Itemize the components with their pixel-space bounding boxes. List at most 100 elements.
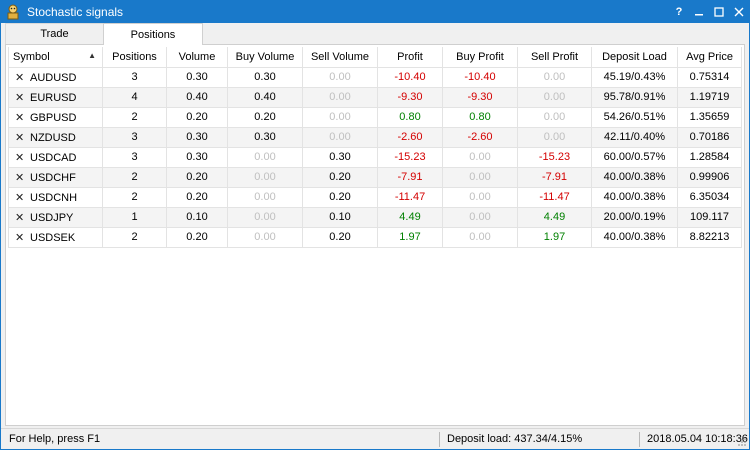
cell-sell-volume: 0.20 xyxy=(302,166,378,188)
cell-profit: -7.91 xyxy=(377,166,443,188)
cell-buy-profit: -9.30 xyxy=(442,86,518,108)
cell-volume: 0.20 xyxy=(166,226,228,248)
table-row[interactable]: ✕ USDCHF 2 0.20 0.00 0.20 -7.91 0.00 -7.91 40.00/… xyxy=(8,166,742,188)
minimize-button[interactable] xyxy=(689,1,709,23)
status-help-text: For Help, press F1 xyxy=(9,433,101,445)
column-header-deposit-load[interactable]: Deposit Load xyxy=(591,47,678,68)
status-datetime: 2018.05.04 10:18:36 xyxy=(647,433,748,445)
cell-volume: 0.30 xyxy=(166,126,228,148)
cell-symbol: ✕ USDJPY xyxy=(8,206,103,228)
cell-sell-profit: 4.49 xyxy=(517,206,592,228)
cell-buy-volume: 0.30 xyxy=(227,126,303,148)
cell-buy-volume: 0.20 xyxy=(227,106,303,128)
column-header-profit[interactable]: Profit xyxy=(377,47,443,68)
cell-volume: 0.30 xyxy=(166,146,228,168)
window-title: Stochastic signals xyxy=(27,5,124,19)
tab-trade[interactable]: Trade xyxy=(5,23,104,44)
cell-buy-profit: -2.60 xyxy=(442,126,518,148)
cell-sell-volume: 0.00 xyxy=(302,126,378,148)
column-header-sell-volume[interactable]: Sell Volume xyxy=(302,47,378,68)
title-buttons: ? xyxy=(669,1,749,23)
column-header-avg-price[interactable]: Avg Price xyxy=(677,47,742,68)
tab-positions[interactable]: Positions xyxy=(103,23,203,45)
cell-buy-volume: 0.00 xyxy=(227,206,303,228)
table-row[interactable]: ✕ AUDUSD 3 0.30 0.30 0.00 -10.40 -10.40 0.00 45.1… xyxy=(8,66,742,88)
cell-volume: 0.20 xyxy=(166,106,228,128)
cell-sell-volume: 0.20 xyxy=(302,226,378,248)
close-position-icon[interactable]: ✕ xyxy=(15,171,24,184)
close-position-icon[interactable]: ✕ xyxy=(15,91,24,104)
close-icon xyxy=(734,7,744,17)
table-row[interactable]: ✕ USDCAD 3 0.30 0.00 0.30 -15.23 0.00 -15.23 60.0… xyxy=(8,146,742,168)
cell-buy-profit: 0.00 xyxy=(442,146,518,168)
cell-sell-volume: 0.00 xyxy=(302,106,378,128)
cell-symbol: ✕ USDCNH xyxy=(8,186,103,208)
status-separator xyxy=(639,432,640,447)
close-position-icon[interactable]: ✕ xyxy=(15,71,24,84)
cell-avg-price: 0.75314 xyxy=(677,66,742,88)
close-position-icon[interactable]: ✕ xyxy=(15,211,24,224)
cell-volume: 0.10 xyxy=(166,206,228,228)
cell-buy-profit: 0.00 xyxy=(442,166,518,188)
table-row[interactable]: ✕ EURUSD 4 0.40 0.40 0.00 -9.30 -9.30 0.00 95.78/… xyxy=(8,86,742,108)
maximize-button[interactable] xyxy=(709,1,729,23)
cell-avg-price: 1.35659 xyxy=(677,106,742,128)
cell-sell-profit: -15.23 xyxy=(517,146,592,168)
cell-sell-profit: -7.91 xyxy=(517,166,592,188)
column-header-sell-profit[interactable]: Sell Profit xyxy=(517,47,592,68)
cell-buy-profit: 0.80 xyxy=(442,106,518,128)
cell-deposit-load: 20.00/0.19% xyxy=(591,206,678,228)
resize-grip-icon[interactable] xyxy=(737,437,747,447)
title-bar[interactable]: Stochastic signals ? xyxy=(1,1,749,23)
cell-buy-profit: -10.40 xyxy=(442,66,518,88)
cell-profit: -9.30 xyxy=(377,86,443,108)
column-header-volume[interactable]: Volume xyxy=(166,47,228,68)
cell-volume: 0.40 xyxy=(166,86,228,108)
cell-symbol: ✕ USDCAD xyxy=(8,146,103,168)
cell-buy-profit: 0.00 xyxy=(442,226,518,248)
cell-deposit-load: 42.11/0.40% xyxy=(591,126,678,148)
close-position-icon[interactable]: ✕ xyxy=(15,151,24,164)
table-row[interactable]: ✕ USDSEK 2 0.20 0.00 0.20 1.97 0.00 1.97 40.00/0.… xyxy=(8,226,742,248)
positions-table: Symbol ▲ Positions Volume Buy Volume Sell… xyxy=(8,47,742,248)
close-button[interactable] xyxy=(729,1,749,23)
close-position-icon[interactable]: ✕ xyxy=(15,111,24,124)
cell-symbol: ✕ USDCHF xyxy=(8,166,103,188)
cell-avg-price: 109.117 xyxy=(677,206,742,228)
close-position-icon[interactable]: ✕ xyxy=(15,191,24,204)
cell-symbol: ✕ AUDUSD xyxy=(8,66,103,88)
cell-buy-volume: 0.30 xyxy=(227,66,303,88)
table-row[interactable]: ✕ USDJPY 1 0.10 0.00 0.10 4.49 0.00 4.49 20.00/0.… xyxy=(8,206,742,228)
cell-profit: 1.97 xyxy=(377,226,443,248)
column-header-symbol[interactable]: Symbol ▲ xyxy=(8,47,103,68)
cell-sell-profit: 0.00 xyxy=(517,106,592,128)
table-row[interactable]: ✕ NZDUSD 3 0.30 0.30 0.00 -2.60 -2.60 0.00 42.11/… xyxy=(8,126,742,148)
close-position-icon[interactable]: ✕ xyxy=(15,131,24,144)
table-row[interactable]: ✕ GBPUSD 2 0.20 0.20 0.00 0.80 0.80 0.00 54.26/0.… xyxy=(8,106,742,128)
symbol-label: EURUSD xyxy=(30,91,77,104)
app-icon xyxy=(5,4,21,20)
cell-avg-price: 0.99906 xyxy=(677,166,742,188)
cell-sell-profit: 0.00 xyxy=(517,126,592,148)
cell-avg-price: 6.35034 xyxy=(677,186,742,208)
cell-deposit-load: 45.19/0.43% xyxy=(591,66,678,88)
column-header-buy-profit[interactable]: Buy Profit xyxy=(442,47,518,68)
cell-avg-price: 8.82213 xyxy=(677,226,742,248)
cell-sell-profit: 0.00 xyxy=(517,86,592,108)
status-separator xyxy=(439,432,440,447)
cell-deposit-load: 60.00/0.57% xyxy=(591,146,678,168)
column-header-positions[interactable]: Positions xyxy=(102,47,167,68)
table-row[interactable]: ✕ USDCNH 2 0.20 0.00 0.20 -11.47 0.00 -11.47 40.0… xyxy=(8,186,742,208)
cell-volume: 0.20 xyxy=(166,186,228,208)
table-header-row: Symbol ▲ Positions Volume Buy Volume Sell… xyxy=(8,47,742,68)
cell-buy-volume: 0.00 xyxy=(227,166,303,188)
cell-buy-volume: 0.40 xyxy=(227,86,303,108)
column-header-buy-volume[interactable]: Buy Volume xyxy=(227,47,303,68)
cell-symbol: ✕ NZDUSD xyxy=(8,126,103,148)
symbol-label: NZDUSD xyxy=(30,131,76,144)
symbol-label: USDSEK xyxy=(30,231,76,244)
cell-profit: -10.40 xyxy=(377,66,443,88)
close-position-icon[interactable]: ✕ xyxy=(15,231,24,244)
help-button[interactable]: ? xyxy=(669,1,689,23)
cell-buy-volume: 0.00 xyxy=(227,186,303,208)
